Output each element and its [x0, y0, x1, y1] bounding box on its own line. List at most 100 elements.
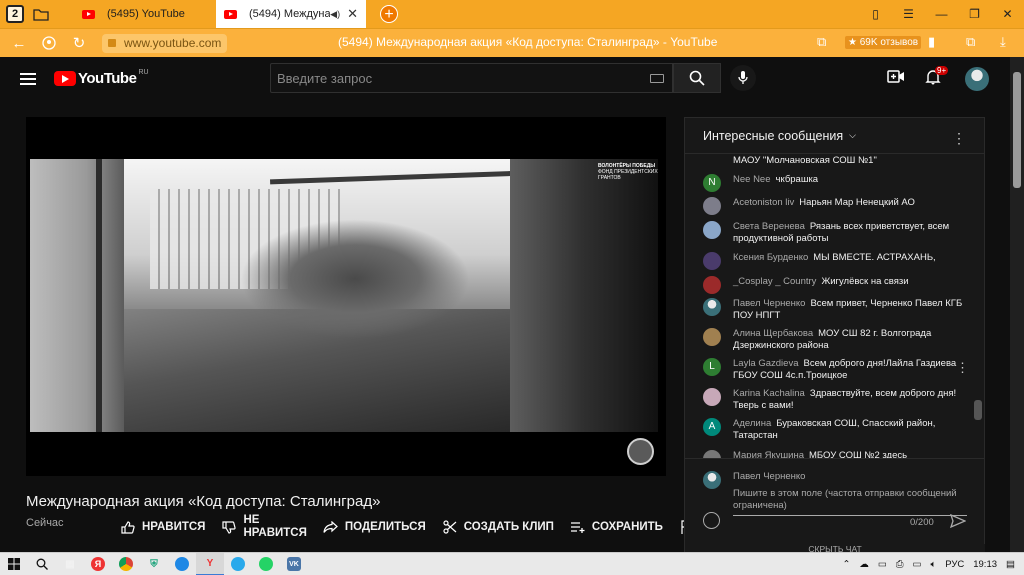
author-name[interactable]: Acetoniston liv	[733, 197, 794, 208]
dislike-button[interactable]: НЕ НРАВИТСЯ	[221, 514, 307, 540]
system-tray: ⌃ ☁ ▭ ⎙ ▭ 🔈︎ РУС 19:13 ▤	[842, 553, 1024, 575]
windows-start-icon[interactable]	[0, 553, 28, 575]
close-tab-icon[interactable]: ✕	[347, 6, 358, 22]
scrollbar-thumb[interactable]	[1013, 72, 1021, 188]
author-name[interactable]: Аделина	[733, 418, 771, 429]
collections-icon[interactable]: ⧉	[966, 34, 975, 50]
yandex-icon[interactable]: Я	[84, 553, 112, 575]
search-button[interactable]	[673, 63, 721, 93]
more-options-icon[interactable]: ⋮	[952, 130, 966, 147]
reviews-badge[interactable]: ★ 69K отзывов	[845, 36, 922, 49]
chat-messages[interactable]: МАОУ "Молчановская СОШ №1" N Nee Nee чкбр…	[685, 154, 984, 458]
chat-message: МАОУ "Молчановская СОШ №1"	[703, 155, 963, 167]
clock[interactable]: 19:13	[973, 559, 997, 570]
author-name[interactable]: Света Веренева	[733, 221, 805, 232]
tab-count-button[interactable]: 2	[6, 5, 24, 23]
author-name[interactable]: Ксения Бурденко	[733, 252, 808, 263]
save-button[interactable]: СОХРАНИТЬ	[570, 520, 663, 534]
protect-icon[interactable]	[38, 32, 60, 54]
share-button[interactable]: ПОДЕЛИТЬСЯ	[323, 520, 426, 534]
browser-tab-bar: 2 (5495) YouTube (5494) Международ ◀) ✕ …	[0, 0, 1024, 28]
author-name[interactable]: _Cosplay _ Country	[733, 276, 816, 287]
keyboard-language[interactable]: РУС	[945, 559, 964, 570]
chevron-up-icon[interactable]: ⌃	[842, 559, 850, 570]
tab-title: (5495) YouTube	[107, 8, 185, 20]
user-avatar	[703, 450, 721, 458]
notification-icon[interactable]: ▤	[1006, 559, 1015, 570]
chrome-icon[interactable]	[112, 553, 140, 575]
chat-message: Света Веренева Рязань всех приветствует, …	[703, 221, 963, 245]
like-button[interactable]: НРАВИТСЯ	[120, 520, 205, 534]
task-view-icon[interactable]: ▦	[56, 553, 84, 575]
video-player[interactable]: ВОЛОНТЁРЫ ПОБЕДЫ ФОНД ПРЕЗИДЕНТСКИХ ГРАН…	[26, 117, 666, 476]
author-name[interactable]: Karina Kachalina	[733, 388, 805, 399]
send-icon[interactable]	[949, 513, 967, 533]
author-name[interactable]: Мария Якушина	[733, 450, 804, 458]
speaker-icon[interactable]: ◀)	[330, 9, 340, 20]
message-text: МЫ ВМЕСТЕ. АСТРАХАНЬ,	[813, 252, 936, 263]
youtube-logo[interactable]: YouTube RU	[54, 69, 149, 87]
chat-scrollbar[interactable]	[974, 400, 982, 420]
menu-icon[interactable]: ☰	[892, 0, 925, 28]
yandex-browser-icon[interactable]: Y	[196, 552, 224, 575]
chat-message: Acetoniston liv Нарьян Мар Ненецкий АО	[703, 197, 963, 215]
url-field[interactable]: www.youtube.com	[102, 33, 228, 53]
message-menu-icon[interactable]: ⋮	[956, 360, 969, 376]
author-name[interactable]: Layla Gazdieva	[733, 358, 798, 369]
new-tab-button[interactable]: +	[380, 5, 398, 23]
chevron-down-icon[interactable]: ⌵	[849, 130, 856, 141]
download-icon[interactable]: ⤓	[1000, 34, 1006, 50]
account-avatar[interactable]	[965, 67, 989, 91]
whatsapp-icon[interactable]	[252, 553, 280, 575]
search-input[interactable]: Введите запрос	[270, 63, 673, 93]
tab-youtube-1[interactable]: (5495) YouTube	[74, 0, 216, 28]
vpn-shield-icon[interactable]: ⛨	[140, 553, 168, 575]
reload-icon[interactable]: ↻	[68, 32, 90, 54]
hamburger-menu-icon[interactable]	[20, 72, 36, 85]
page-scrollbar[interactable]	[1010, 57, 1024, 552]
message-text: чкбрашка	[775, 174, 819, 185]
chat-message: Ксения Бурденко МЫ ВМЕСТЕ. АСТРАХАНЬ,	[703, 252, 963, 270]
restore-icon[interactable]: ❐	[958, 0, 991, 28]
window-controls: ▯ ☰ — ❐ ✕	[859, 0, 1024, 28]
volume-icon[interactable]: 🔈︎	[931, 559, 937, 570]
translate-icon[interactable]: ⧉	[817, 34, 826, 50]
network-icon[interactable]: ▭	[913, 559, 922, 570]
tab-title: (5494) Международ	[249, 8, 331, 20]
close-window-icon[interactable]: ✕	[991, 0, 1024, 28]
logo-text: YouTube	[78, 70, 137, 87]
clip-label: СОЗДАТЬ КЛИП	[463, 521, 554, 533]
message-text: МАОУ "Молчановская СОШ №1"	[733, 155, 877, 166]
youtube-play-icon	[54, 71, 76, 86]
search-icon	[689, 70, 705, 86]
printer-icon[interactable]: ⎙	[896, 559, 904, 570]
thumbs-down-icon	[221, 520, 237, 534]
bookmark-folder-icon[interactable]	[30, 3, 52, 25]
user-avatar	[703, 197, 721, 215]
edge-icon[interactable]	[168, 553, 196, 575]
youtube-header: YouTube RU Введите запрос 9+	[0, 57, 1010, 100]
emoji-icon[interactable]	[703, 512, 720, 529]
url-text: www.youtube.com	[124, 36, 222, 50]
bookmarks-icon[interactable]: ▯	[859, 0, 892, 28]
create-video-icon[interactable]	[887, 70, 905, 84]
author-name[interactable]: Павел Черненко	[733, 298, 805, 309]
author-name[interactable]: Алина Щербакова	[733, 328, 813, 339]
back-arrow-icon[interactable]: ←	[8, 32, 30, 54]
author-name[interactable]: Nee Nee	[733, 174, 771, 185]
microphone-button[interactable]	[730, 65, 756, 91]
tab-youtube-2[interactable]: (5494) Международ ◀) ✕	[216, 0, 366, 28]
video-actions: НРАВИТСЯ НЕ НРАВИТСЯ ПОДЕЛИТЬСЯ СОЗДАТЬ К…	[120, 513, 717, 541]
chat-message-input[interactable]: Пишите в этом поле (частота отправки соо…	[733, 488, 967, 516]
cloud-icon[interactable]: ☁	[859, 559, 869, 570]
keyboard-icon[interactable]	[650, 74, 664, 83]
chat-message: A Аделина Бураковская СОШ, Спасский район…	[703, 418, 963, 442]
vk-icon[interactable]: VK	[280, 553, 308, 575]
chat-header[interactable]: Интересные сообщения ⌵ ⋮	[685, 118, 984, 154]
minimize-icon[interactable]: —	[925, 0, 958, 28]
telegram-icon[interactable]	[224, 553, 252, 575]
bookmark-icon[interactable]: ▮	[928, 34, 935, 50]
clip-button[interactable]: СОЗДАТЬ КЛИП	[442, 520, 554, 534]
search-icon[interactable]	[28, 553, 56, 575]
display-icon[interactable]: ▭	[878, 559, 887, 570]
